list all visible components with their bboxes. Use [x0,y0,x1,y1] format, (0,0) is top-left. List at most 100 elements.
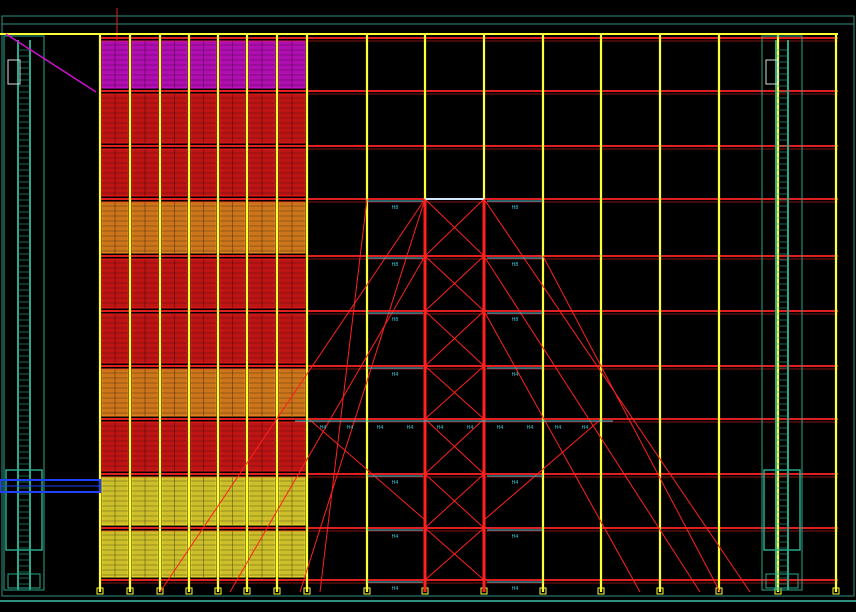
beam-label: H4 [582,425,589,431]
pallet [248,258,276,309]
long-diagonal [542,255,721,593]
pallet [101,476,129,526]
beam-label: H4 [512,586,519,592]
pallet [190,530,217,578]
stacker-crane-right [761,35,803,591]
pallet [161,40,188,89]
pallet [219,368,246,417]
pallet [131,530,159,578]
pallet [190,201,217,254]
beam-label: H4 [377,425,384,431]
cad-drawing-canvas[interactable]: H8 H8 H8 H8 H8 H8 H4 H4 H4 H4 H4 H4 H4 H4 H4 H4 H4 H4 H4 H4… [0,0,856,612]
beam-label: H8 [392,317,399,323]
stacker-crane-left [3,35,45,591]
pallet [101,368,129,417]
pallet [219,421,246,472]
pallet [278,201,306,254]
pallet [101,93,129,144]
pallet [278,530,306,578]
pallet [278,40,306,89]
pallet [161,201,188,254]
pallet [161,476,188,526]
pallet [278,421,306,472]
beam-labels: H8 H8 H8 H8 H8 H8 H4 H4 H4 H4 H4 H4 H4 H4 H4 H4 H4 H4 H4 H4… [295,200,613,592]
beam-label: H4 [347,425,354,431]
pallet [278,258,306,309]
pallet [278,313,306,364]
pallet [161,368,188,417]
beam-label: H8 [512,205,519,211]
beam-label: H4 [392,372,399,378]
pallet [161,258,188,309]
pallet [101,258,129,309]
crane-base [7,573,41,589]
pallet [131,368,159,417]
pallet [278,93,306,144]
pallet [101,148,129,197]
pallet [131,201,159,254]
pallet [190,93,217,144]
pallet [131,148,159,197]
pallet [219,201,246,254]
pallet [190,258,217,309]
pallet [101,201,129,254]
pallet [219,93,246,144]
beam-label: H4 [467,425,474,431]
pallet [248,421,276,472]
beam-label: H4 [555,425,562,431]
pallet [219,258,246,309]
pallet [101,313,129,364]
pallet [161,313,188,364]
beam-label: H4 [392,586,399,592]
pallet [101,40,129,89]
pallet [161,93,188,144]
beam-label: H4 [512,534,519,540]
pallet [161,148,188,197]
pallet [248,476,276,526]
pallet [190,368,217,417]
pallet [219,530,246,578]
stored-pallets [101,40,306,578]
crane-mast-outline [3,35,45,591]
pallet [161,421,188,472]
pallet [248,313,276,364]
beam-label: H4 [392,480,399,486]
beam-label: H4 [512,372,519,378]
beam-label: H4 [512,480,519,486]
beam-label: H4 [497,425,504,431]
pallet [219,148,246,197]
long-diagonal [483,255,701,593]
pallet [219,40,246,89]
pallet [101,530,129,578]
pallet [248,93,276,144]
beam-label: H8 [392,262,399,268]
pallet [248,40,276,89]
beam-label: H4 [392,534,399,540]
rack-elevation-drawing: H8 H8 H8 H8 H8 H8 H4 H4 H4 H4 H4 H4 H4 H4 H4 H4 H4 H4 H4 H4… [0,8,856,602]
long-diagonal [483,310,641,593]
beam-label: H4 [437,425,444,431]
pallet [248,201,276,254]
pallet [278,148,306,197]
beam-label: H8 [512,262,519,268]
pallet [190,40,217,89]
pallet [219,313,246,364]
beam-label: H4 [527,425,534,431]
pallet [131,313,159,364]
pallet [131,421,159,472]
pallet [190,148,217,197]
pallet [131,258,159,309]
pallet [248,148,276,197]
pallet [190,421,217,472]
beam-label: H4 [320,425,327,431]
beam-label: H8 [392,205,399,211]
crane-mast-outline [761,35,803,591]
pallet [248,368,276,417]
long-diagonal [319,198,368,593]
pallet [101,421,129,472]
pallet [131,40,159,89]
pallet [131,476,159,526]
pallet [190,476,217,526]
beam-label: H4 [407,425,414,431]
pallet [248,530,276,578]
